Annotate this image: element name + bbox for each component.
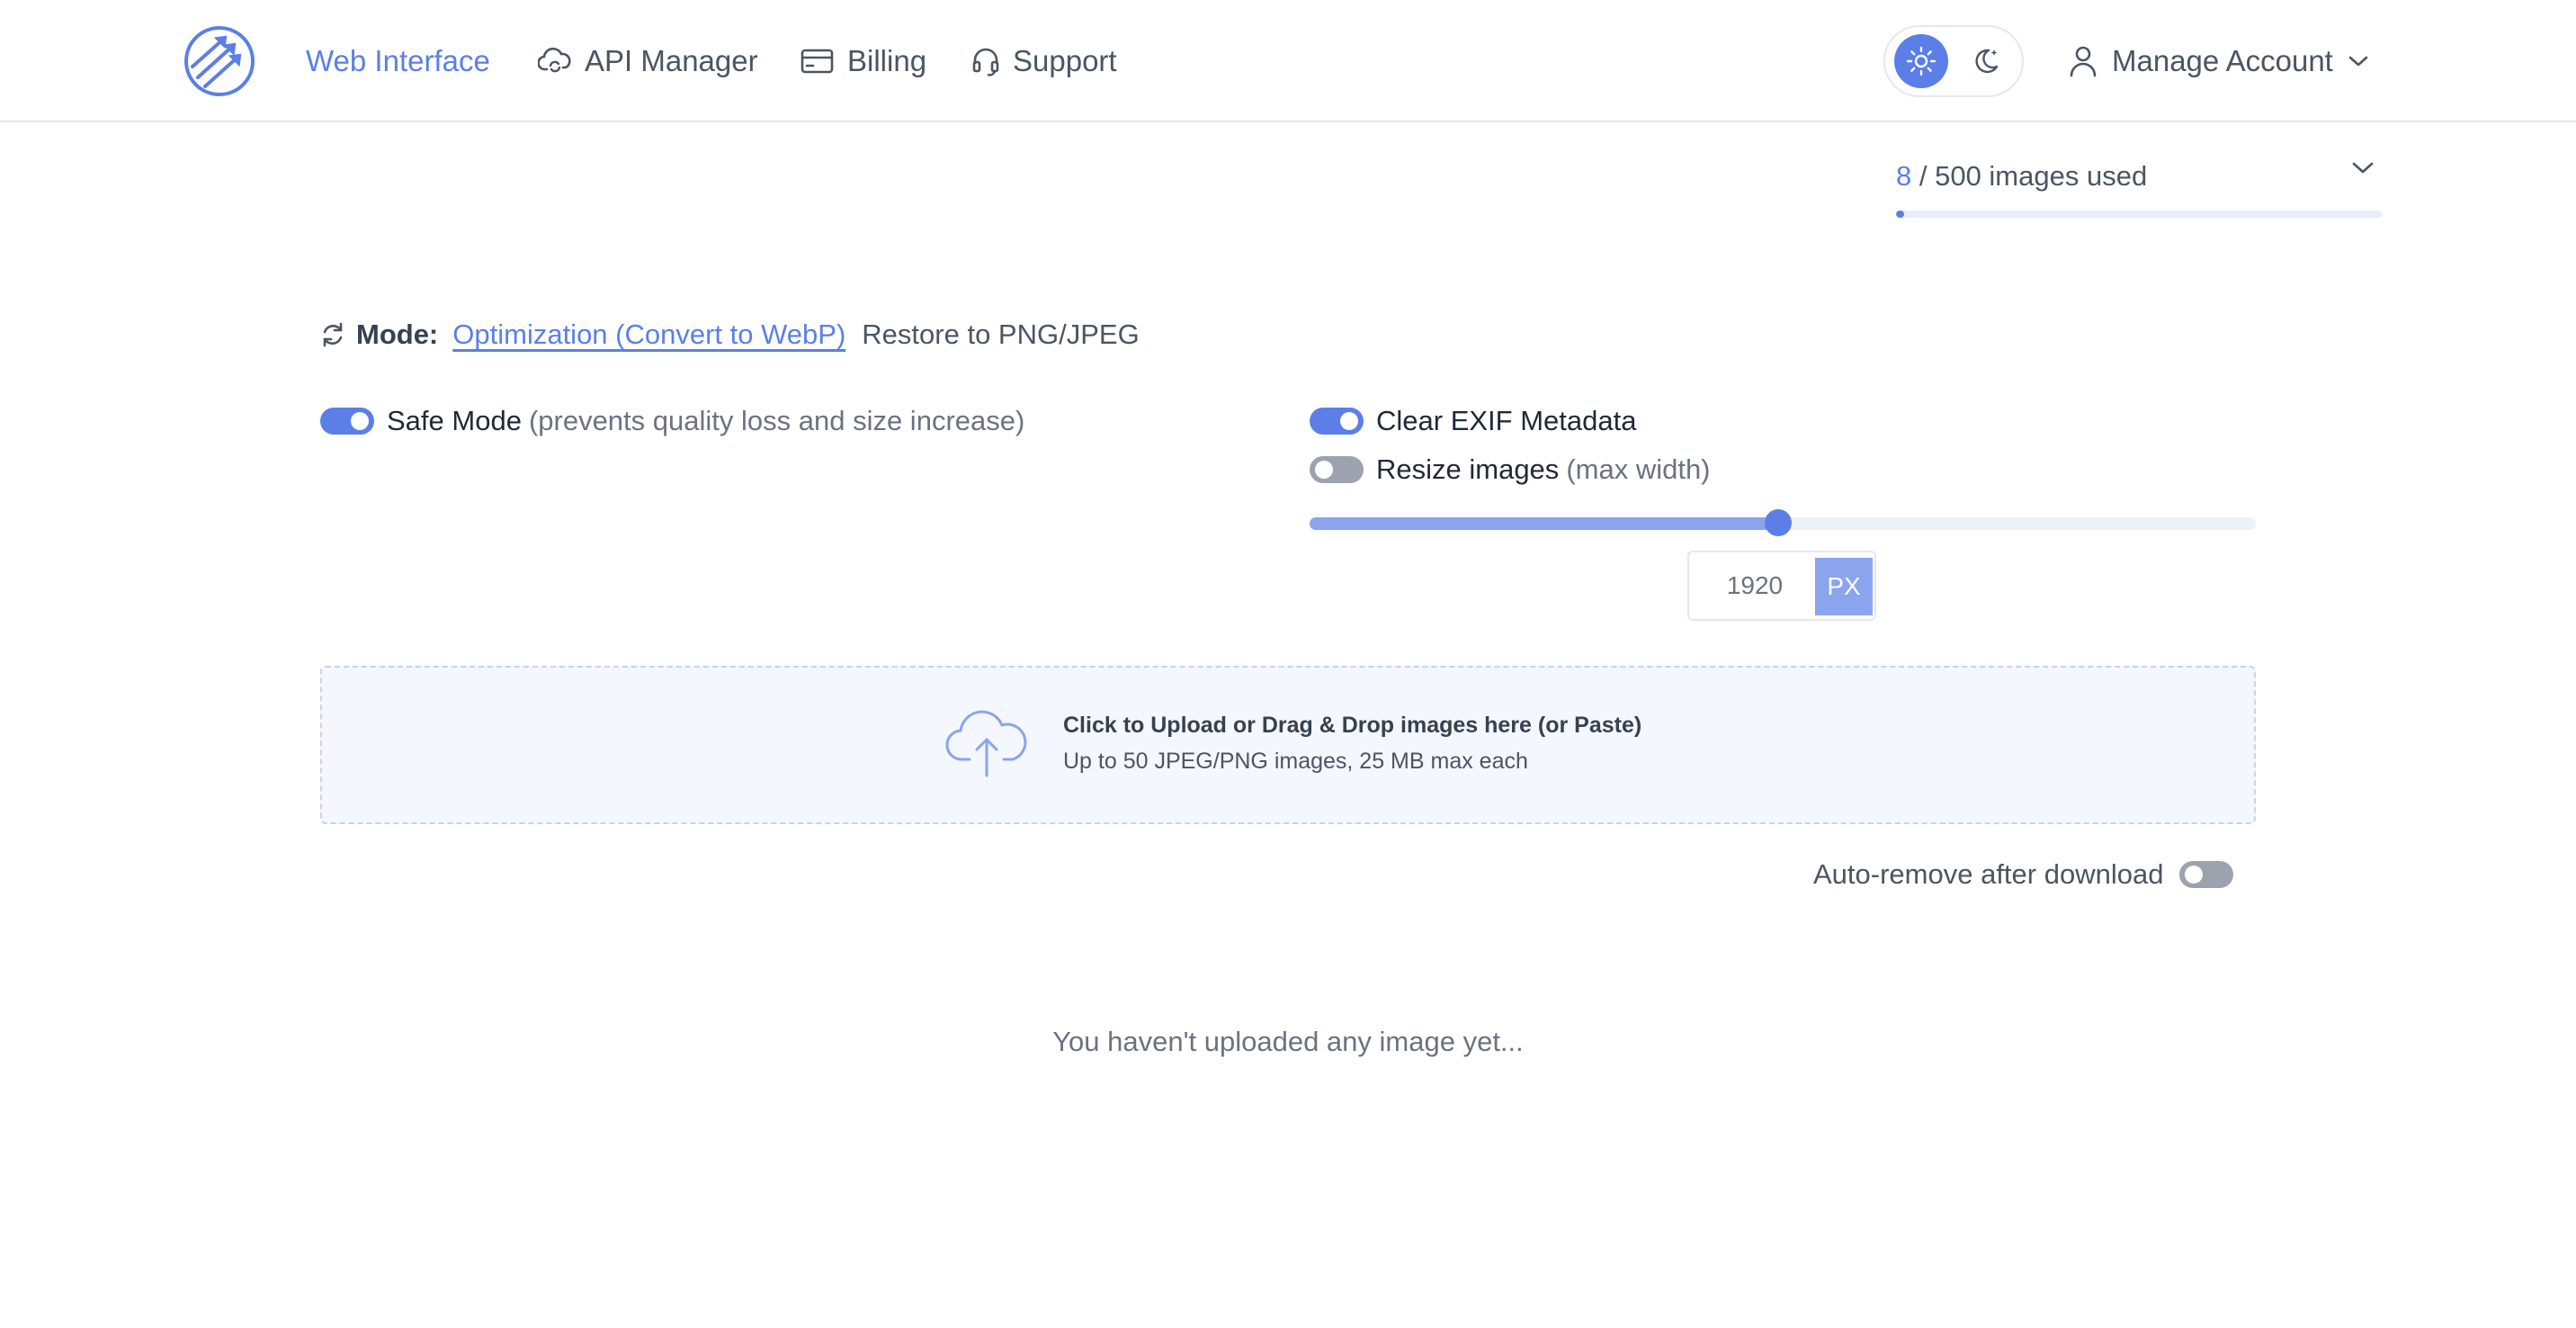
usage-text: 8 / 500 images used	[1896, 160, 2147, 193]
auto-remove-label: Auto-remove after download	[1813, 858, 2164, 890]
upload-subtitle: Up to 50 JPEG/PNG images, 25 MB max each	[1063, 749, 1528, 774]
nav-web-interface[interactable]: Web Interface	[306, 40, 490, 83]
nav-billing[interactable]: Billing	[801, 40, 926, 83]
dark-theme-button[interactable]	[1959, 34, 2013, 88]
resize-hint: (max width)	[1566, 453, 1711, 485]
clear-exif-label: Clear EXIF Metadata	[1376, 405, 1637, 436]
nav-support[interactable]: Support	[971, 40, 1117, 83]
px-unit-badge: PX	[1815, 558, 1873, 615]
clear-exif-option: Clear EXIF Metadata	[1310, 403, 1636, 439]
safe-mode-hint: (prevents quality loss and size increase…	[528, 405, 1025, 436]
nav-api-manager[interactable]: API Manager	[538, 40, 758, 83]
nav-api-manager-label: API Manager	[585, 44, 758, 77]
slider-fill	[1310, 517, 1778, 530]
logo-icon[interactable]	[183, 25, 255, 97]
usage-progress-fill	[1896, 211, 1904, 218]
usage-used-count: 8	[1896, 160, 1912, 192]
toggle-knob	[1315, 461, 1333, 479]
mode-option-optimization[interactable]: Optimization (Convert to WebP)	[452, 319, 845, 351]
refresh-icon	[323, 322, 343, 347]
safe-mode-option: Safe Mode (prevents quality loss and siz…	[320, 403, 1024, 439]
usage-progress-bar	[1896, 211, 2382, 218]
sun-icon	[1906, 46, 1936, 76]
chevron-down-icon	[2352, 162, 2374, 174]
manage-account-label: Manage Account	[2112, 44, 2333, 77]
slider-thumb[interactable]	[1764, 509, 1792, 536]
clear-exif-toggle[interactable]	[1310, 408, 1364, 435]
light-theme-button[interactable]	[1894, 34, 1948, 88]
resize-toggle[interactable]	[1310, 456, 1364, 483]
max-width-field: PX	[1687, 551, 1876, 621]
mode-option-restore[interactable]: Restore to PNG/JPEG	[862, 319, 1139, 351]
upload-dropzone[interactable]: Click to Upload or Drag & Drop images he…	[320, 666, 2256, 824]
resize-option: Resize images (max width)	[1310, 452, 1711, 488]
usage-meter[interactable]: 8 / 500 images used	[1896, 153, 2382, 225]
manage-account-menu[interactable]: Manage Account	[2069, 36, 2369, 86]
empty-state-message: You haven't uploaded any image yet...	[1052, 1026, 1524, 1057]
nav-web-interface-label: Web Interface	[306, 44, 490, 77]
toggle-knob	[2185, 866, 2204, 884]
max-width-slider[interactable]	[1310, 509, 2256, 536]
headset-icon	[972, 48, 999, 76]
theme-toggle	[1883, 25, 2024, 97]
toggle-knob	[1340, 412, 1358, 430]
chevron-down-icon	[2348, 56, 2368, 67]
cloud-upload-icon	[945, 710, 1027, 777]
resize-label: Resize images	[1376, 453, 1560, 485]
top-header: Web Interface API Manager Billing Suppor…	[0, 0, 2576, 122]
usage-total-label: / 500 images used	[1911, 160, 2148, 192]
nav-support-label: Support	[1013, 44, 1117, 77]
auto-remove-toggle[interactable]	[2179, 861, 2234, 888]
safe-mode-toggle[interactable]	[320, 408, 374, 435]
max-width-input[interactable]	[1693, 556, 1817, 615]
user-icon	[2070, 46, 2097, 77]
safe-mode-label: Safe Mode	[387, 405, 522, 436]
toggle-knob	[351, 412, 369, 430]
auto-remove-option: Auto-remove after download	[1813, 857, 2234, 893]
credit-card-icon	[801, 49, 834, 74]
nav-billing-label: Billing	[847, 44, 927, 77]
mode-label: Mode:	[356, 319, 439, 350]
mode-selector: Mode: Optimization (Convert to WebP) Res…	[318, 315, 1156, 354]
moon-icon	[1975, 49, 1999, 74]
upload-title: Click to Upload or Drag & Drop images he…	[1063, 713, 1642, 738]
cloud-sync-icon	[538, 47, 571, 73]
